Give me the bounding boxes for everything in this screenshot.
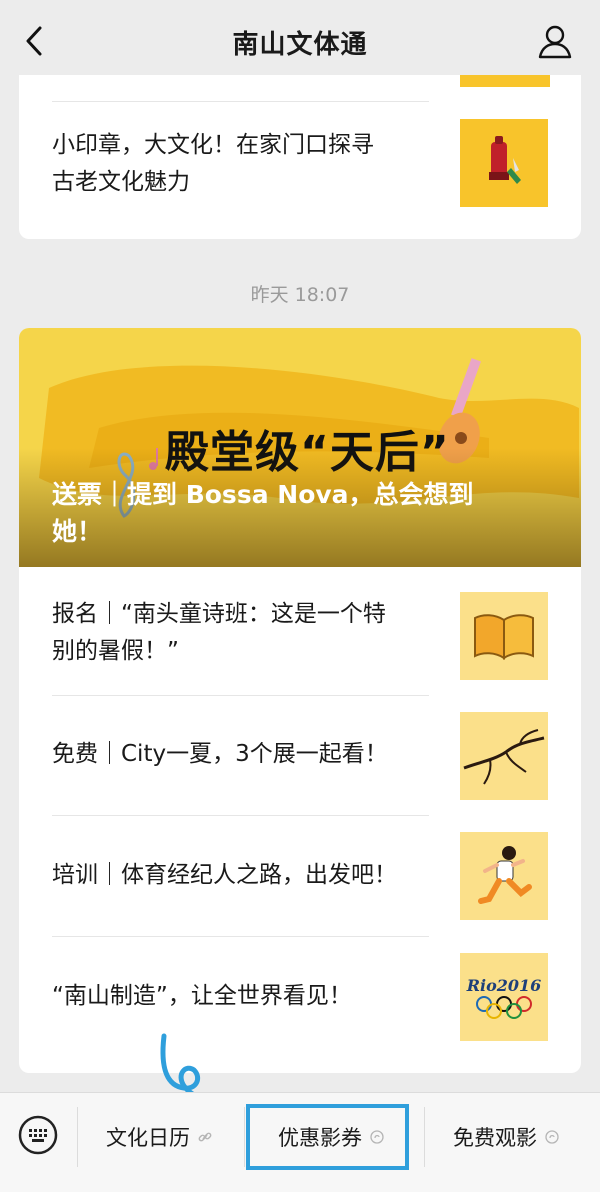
article-thumbnail [460,832,548,920]
article-title-line: 报名｜“南头童诗班：这是一个特 [52,601,386,627]
article-card-main: 殿堂级“天后” 送票｜提到 Bossa Nova，总会想到她！ 报名｜“南头童诗… [19,328,581,1073]
article-title-line: 别的暑假！” [52,638,179,664]
divider [424,1107,425,1167]
divider [52,815,429,816]
menu-item-label: 免费观影 [453,1126,537,1150]
article-title-line: 免费｜City一夏，3个展一起看！ [52,741,388,767]
article-thumbnail [460,119,548,207]
menu-item-culture-calendar[interactable]: 文化日历 [106,1119,212,1155]
divider [52,101,429,102]
user-icon[interactable] [536,22,574,60]
article-card-previous: 小印章，大文化！在家门口探寻 古老文化魅力 [19,75,581,239]
article-title-line: 小印章，大文化！在家门口探寻 [52,132,374,158]
divider [77,1107,78,1167]
banner-article[interactable]: 殿堂级“天后” 送票｜提到 Bossa Nova，总会想到她！ [19,328,581,567]
divider [52,695,429,696]
rio2016-label: Rio2016 [466,975,542,995]
article-thumbnail: Rio2016 [460,953,548,1041]
menu-item-label: 文化日历 [106,1126,190,1150]
nav-header: 南山文体通 [0,0,600,82]
thumbnail-partial [460,75,550,87]
banner-caption: 送票｜提到 Bossa Nova，总会想到她！ [52,480,474,546]
article-thumbnail [460,592,548,680]
divider [52,936,429,937]
ink-branch-icon [463,729,545,785]
article-title-line: “南山制造”，让全世界看见！ [52,983,352,1009]
highlight-annotation-box [246,1104,409,1170]
page-title: 南山文体通 [232,30,368,60]
link-icon [198,1132,212,1142]
mini-program-icon [545,1130,559,1144]
message-timestamp: 昨天 18:07 [250,284,350,306]
article-title-line: 培训｜体育经纪人之路，出发吧！ [52,862,397,888]
divider [244,1107,245,1167]
runner-icon [478,846,532,904]
olympic-rings-icon [476,995,532,1019]
article-thumbnail [460,712,548,800]
article-title-line: 古老文化魅力 [52,169,190,195]
menu-item-free-movies[interactable]: 免费观影 [453,1119,559,1155]
stamp-icon [489,136,521,184]
open-book-icon [474,614,534,660]
keyboard-icon[interactable] [18,1115,58,1155]
